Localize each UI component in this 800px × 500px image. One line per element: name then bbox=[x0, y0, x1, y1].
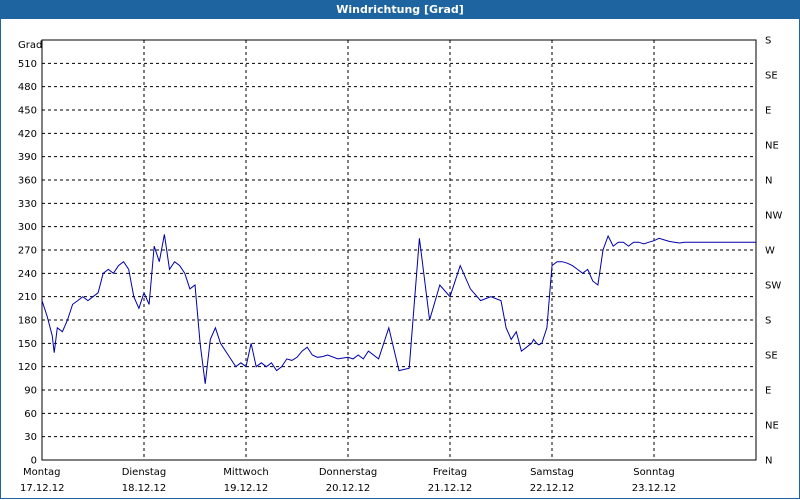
x-tick-day: Dienstag bbox=[122, 467, 167, 478]
series-line bbox=[41, 234, 756, 384]
y-tick-label: 330 bbox=[18, 199, 37, 210]
y-tick-label: 30 bbox=[24, 432, 37, 443]
y-axis-ticks: 0 30 60 90 120 150 180 210 240 270 300 330 360 390 420… bbox=[18, 59, 37, 467]
y-tick-label: 480 bbox=[18, 82, 37, 93]
direction-tick-label: NE bbox=[765, 141, 779, 152]
y-tick-label: 270 bbox=[18, 246, 37, 257]
x-tick-date: 23.12.12 bbox=[632, 483, 677, 494]
chart-frame: 0 30 60 90 120 150 180 210 240 270 300 330 360 390 420… bbox=[0, 19, 800, 499]
x-tick-day: Freitag bbox=[433, 467, 467, 478]
chart-title: Windrichtung [Grad] bbox=[0, 0, 800, 19]
grid bbox=[41, 39, 757, 461]
direction-tick-label: SE bbox=[765, 351, 778, 362]
x-tick-day: Montag bbox=[23, 467, 60, 478]
y-tick-label: 0 bbox=[31, 456, 37, 467]
direction-tick-label: E bbox=[765, 106, 771, 117]
y-tick-label: 390 bbox=[18, 152, 37, 163]
x-tick-day: Samstag bbox=[530, 467, 574, 478]
y-tick-label: 60 bbox=[24, 409, 37, 420]
x-axis-ticks: Montag 17.12.12 Dienstag 18.12.12 Mittwoch 19… bbox=[20, 467, 676, 494]
x-tick-date: 20.12.12 bbox=[326, 483, 371, 494]
y-tick-label: 450 bbox=[18, 106, 37, 117]
direction-tick-label: N bbox=[765, 176, 772, 187]
y-tick-label: 300 bbox=[18, 222, 37, 233]
x-tick-day: Sonntag bbox=[633, 467, 675, 478]
direction-tick-label: NW bbox=[765, 211, 782, 222]
y-axis-label: Grad bbox=[18, 40, 42, 51]
x-tick-date: 21.12.12 bbox=[428, 483, 473, 494]
y-tick-label: 240 bbox=[18, 269, 37, 280]
direction-tick-label: SW bbox=[765, 281, 781, 292]
x-tick-day: Donnerstag bbox=[319, 467, 377, 478]
direction-tick-label: W bbox=[765, 246, 775, 257]
x-tick-date: 18.12.12 bbox=[122, 483, 167, 494]
y-tick-label: 210 bbox=[18, 292, 37, 303]
direction-tick-label: N bbox=[765, 456, 772, 467]
y-tick-label: 90 bbox=[24, 386, 37, 397]
y-tick-label: 120 bbox=[18, 362, 37, 373]
direction-tick-label: SE bbox=[765, 71, 778, 82]
direction-axis-ticks: N NE E SE S SW W NW N NE E SE S bbox=[765, 36, 782, 467]
y-tick-label: 420 bbox=[18, 129, 37, 140]
direction-tick-label: S bbox=[765, 36, 771, 47]
y-tick-label: 180 bbox=[18, 316, 37, 327]
x-tick-date: 17.12.12 bbox=[20, 483, 65, 494]
wind-direction-chart: 0 30 60 90 120 150 180 210 240 270 300 330 360 390 420… bbox=[18, 36, 783, 495]
y-tick-label: 150 bbox=[18, 339, 37, 350]
direction-tick-label: E bbox=[765, 386, 771, 397]
y-tick-label: 510 bbox=[18, 59, 37, 70]
y-tick-label: 360 bbox=[18, 176, 37, 187]
x-tick-day: Mittwoch bbox=[223, 467, 268, 478]
x-tick-date: 19.12.12 bbox=[224, 483, 269, 494]
x-tick-date: 22.12.12 bbox=[530, 483, 575, 494]
direction-tick-label: NE bbox=[765, 421, 779, 432]
direction-tick-label: S bbox=[765, 316, 771, 327]
